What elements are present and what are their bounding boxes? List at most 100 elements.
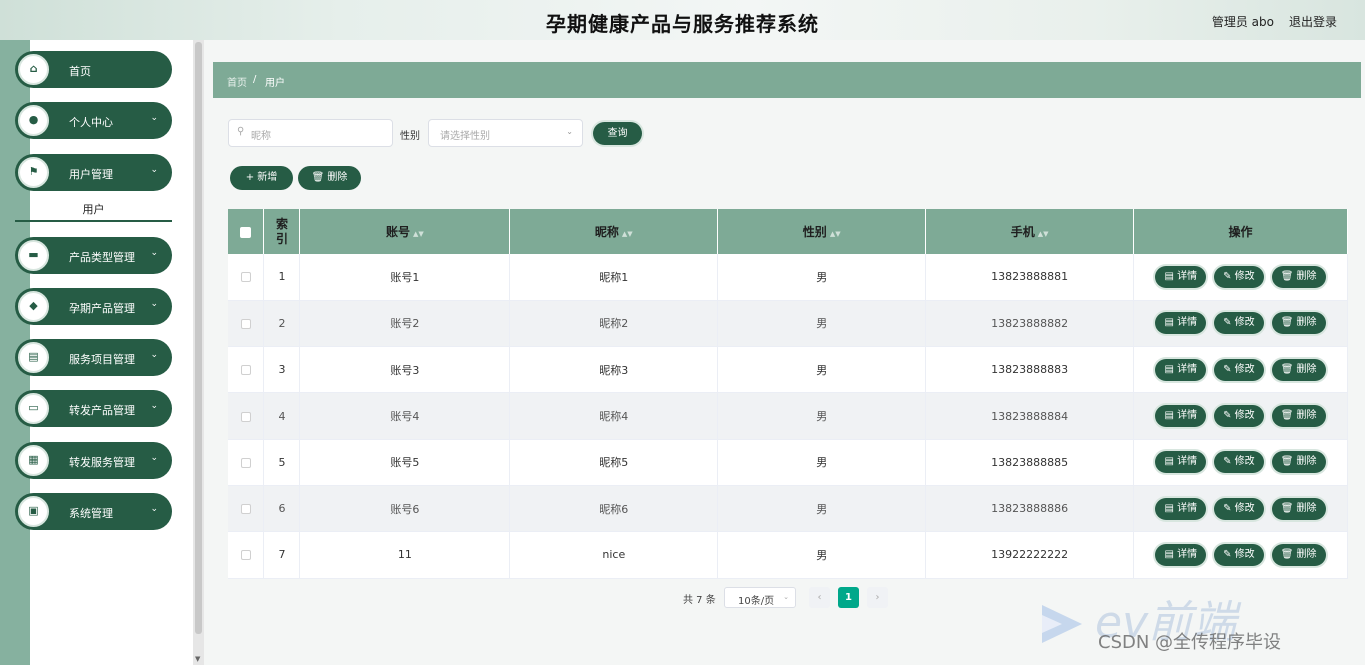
table-row: 5 账号5 昵称5 男 13823888885 ▤ 详情 ✎ 修改 🗑 删除 xyxy=(228,439,1348,486)
cell-index: 1 xyxy=(263,254,301,301)
cell-gender: 男 xyxy=(717,392,927,440)
cell-index: 4 xyxy=(263,392,301,440)
sort-icon[interactable]: ▲▼ xyxy=(830,230,841,238)
cell-gender: 男 xyxy=(717,346,927,394)
detail-button[interactable]: ▤ 详情 xyxy=(1155,312,1207,335)
sort-icon[interactable]: ▲▼ xyxy=(1038,230,1049,238)
page-size-value: 10条/页 xyxy=(738,596,775,607)
row-checkbox[interactable] xyxy=(228,531,265,579)
edit-button[interactable]: ✎ 修改 xyxy=(1214,312,1264,335)
cell-phone: 13823888885 xyxy=(925,439,1135,486)
cell-nickname: 昵称3 xyxy=(509,346,719,394)
sidebar-item-product-type-management[interactable]: ▬ 产品类型管理 ⌄ xyxy=(15,237,172,274)
delete-button[interactable]: 🗑 删除 xyxy=(1271,405,1326,428)
row-checkbox[interactable] xyxy=(228,254,265,301)
detail-button[interactable]: ▤ 详情 xyxy=(1155,543,1207,566)
sidebar-item-label: 首页 xyxy=(69,65,91,78)
detail-button[interactable]: ▤ 详情 xyxy=(1155,358,1207,381)
row-checkbox[interactable] xyxy=(228,346,265,394)
page-size-select[interactable]: 10条/页 ⌄ xyxy=(724,587,796,608)
detail-button[interactable]: ▤ 详情 xyxy=(1155,405,1207,428)
row-checkbox[interactable] xyxy=(228,485,265,533)
edit-button[interactable]: ✎ 修改 xyxy=(1214,405,1264,428)
detail-button[interactable]: ▤ 详情 xyxy=(1155,265,1207,288)
row-checkbox[interactable] xyxy=(228,439,265,486)
sidebar-item-user-management[interactable]: ⚑ 用户管理 ⌄ xyxy=(15,154,172,191)
add-button[interactable]: + 新增 xyxy=(230,166,293,190)
pregnancy-product-management-icon: ◆ xyxy=(18,291,49,322)
user-table: 索引 账号 ▲▼ 昵称 ▲▼ 性别 ▲▼ 手机 ▲▼ 操作 1 账号1 昵称1 男 138238… xyxy=(228,209,1348,579)
scroll-down-icon[interactable]: ▼ xyxy=(195,655,200,663)
sidebar-item-personal-center[interactable]: ● 个人中心 ⌄ xyxy=(15,102,172,139)
chevron-down-icon: ⌄ xyxy=(150,113,158,123)
delete-button[interactable]: 🗑 删除 xyxy=(1271,312,1326,335)
sidebar-item-pregnancy-product-management[interactable]: ◆ 孕期产品管理 ⌄ xyxy=(15,288,172,325)
table-header-row: 索引 账号 ▲▼ 昵称 ▲▼ 性别 ▲▼ 手机 ▲▼ 操作 xyxy=(228,209,1348,254)
next-page-button[interactable]: › xyxy=(867,587,888,608)
cell-gender: 男 xyxy=(717,439,927,486)
table-row: 2 账号2 昵称2 男 13823888882 ▤ 详情 ✎ 修改 🗑 删除 xyxy=(228,300,1348,348)
sidebar-item-forward-service-management[interactable]: ▦ 转发服务管理 ⌄ xyxy=(15,442,172,479)
sidebar-subitem-user[interactable]: 用户 xyxy=(15,198,172,222)
breadcrumb-separator: / xyxy=(253,74,257,85)
sidebar-item-label: 转发服务管理 xyxy=(69,456,135,469)
sidebar-item-label: 系统管理 xyxy=(69,507,113,520)
sidebar-item-label: 孕期产品管理 xyxy=(69,302,135,315)
table-row: 1 账号1 昵称1 男 13823888881 ▤ 详情 ✎ 修改 🗑 删除 xyxy=(228,254,1348,301)
select-all-checkbox[interactable] xyxy=(228,209,265,254)
prev-page-button[interactable]: ‹ xyxy=(809,587,830,608)
delete-button[interactable]: 🗑 删除 xyxy=(1271,358,1326,381)
breadcrumb: 首页 / 用户 xyxy=(213,62,1361,98)
table-row: 7 11 nice 男 13922222222 ▤ 详情 ✎ 修改 🗑 删除 xyxy=(228,531,1348,579)
query-button[interactable]: 查询 xyxy=(593,122,642,145)
col-nickname[interactable]: 昵称 ▲▼ xyxy=(509,209,719,254)
delete-button[interactable]: 🗑 删除 xyxy=(1271,543,1326,566)
nickname-search-input[interactable]: ⚲ 昵称 xyxy=(228,119,393,147)
detail-button[interactable]: ▤ 详情 xyxy=(1155,497,1207,520)
sidebar-item-forward-product-management[interactable]: ▭ 转发产品管理 ⌄ xyxy=(15,390,172,427)
sidebar-item-label: 服务项目管理 xyxy=(69,353,135,366)
nickname-placeholder: 昵称 xyxy=(251,131,271,142)
gender-select[interactable]: 请选择性别 ⌄ xyxy=(428,119,583,147)
cell-operations: ▤ 详情 ✎ 修改 🗑 删除 xyxy=(1133,254,1348,301)
col-phone[interactable]: 手机 ▲▼ xyxy=(925,209,1135,254)
col-gender[interactable]: 性别 ▲▼ xyxy=(717,209,927,254)
cell-index: 7 xyxy=(263,531,301,579)
sort-icon[interactable]: ▲▼ xyxy=(622,230,633,238)
system-management-icon: ▣ xyxy=(18,496,49,527)
edit-button[interactable]: ✎ 修改 xyxy=(1214,497,1264,520)
sidebar-item-home[interactable]: ⌂ 首页 xyxy=(15,51,172,88)
page-number-current[interactable]: 1 xyxy=(838,587,859,608)
cell-operations: ▤ 详情 ✎ 修改 🗑 删除 xyxy=(1133,485,1348,533)
chevron-down-icon: ⌄ xyxy=(566,127,573,136)
delete-button[interactable]: 🗑 删除 xyxy=(1271,265,1326,288)
edit-button[interactable]: ✎ 修改 xyxy=(1214,358,1264,381)
chevron-down-icon: ⌄ xyxy=(150,401,158,411)
sidebar-scrollbar[interactable]: ▼ xyxy=(193,40,204,665)
delete-button[interactable]: 🗑 删除 xyxy=(1271,497,1326,520)
row-checkbox[interactable] xyxy=(228,300,265,348)
chevron-down-icon: ⌄ xyxy=(150,248,158,258)
cell-nickname: nice xyxy=(509,531,719,579)
batch-delete-button[interactable]: 🗑 删除 xyxy=(298,166,361,190)
table-body: 1 账号1 昵称1 男 13823888881 ▤ 详情 ✎ 修改 🗑 删除 2 账号2 昵称2 男 1… xyxy=(228,254,1348,579)
pagination-total: 共 7 条 xyxy=(683,595,716,606)
sidebar-item-service-item-management[interactable]: ▤ 服务项目管理 ⌄ xyxy=(15,339,172,376)
edit-button[interactable]: ✎ 修改 xyxy=(1214,543,1264,566)
sort-icon[interactable]: ▲▼ xyxy=(413,230,424,238)
breadcrumb-home[interactable]: 首页 xyxy=(227,74,247,89)
scrollbar-thumb[interactable] xyxy=(195,42,202,634)
cell-operations: ▤ 详情 ✎ 修改 🗑 删除 xyxy=(1133,300,1348,348)
row-checkbox[interactable] xyxy=(228,392,265,440)
sidebar-item-system-management[interactable]: ▣ 系统管理 ⌄ xyxy=(15,493,172,530)
current-user: 管理员 abo xyxy=(1211,15,1274,29)
col-account[interactable]: 账号 ▲▼ xyxy=(299,209,511,254)
logout-link[interactable]: 退出登录 xyxy=(1289,13,1337,30)
watermark-text: CSDN @全传程序毕设 xyxy=(1098,632,1282,653)
delete-button[interactable]: 🗑 删除 xyxy=(1271,451,1326,474)
edit-button[interactable]: ✎ 修改 xyxy=(1214,451,1264,474)
edit-button[interactable]: ✎ 修改 xyxy=(1214,265,1264,288)
search-icon: ⚲ xyxy=(237,126,245,137)
breadcrumb-current: 用户 xyxy=(265,78,285,89)
detail-button[interactable]: ▤ 详情 xyxy=(1155,451,1207,474)
